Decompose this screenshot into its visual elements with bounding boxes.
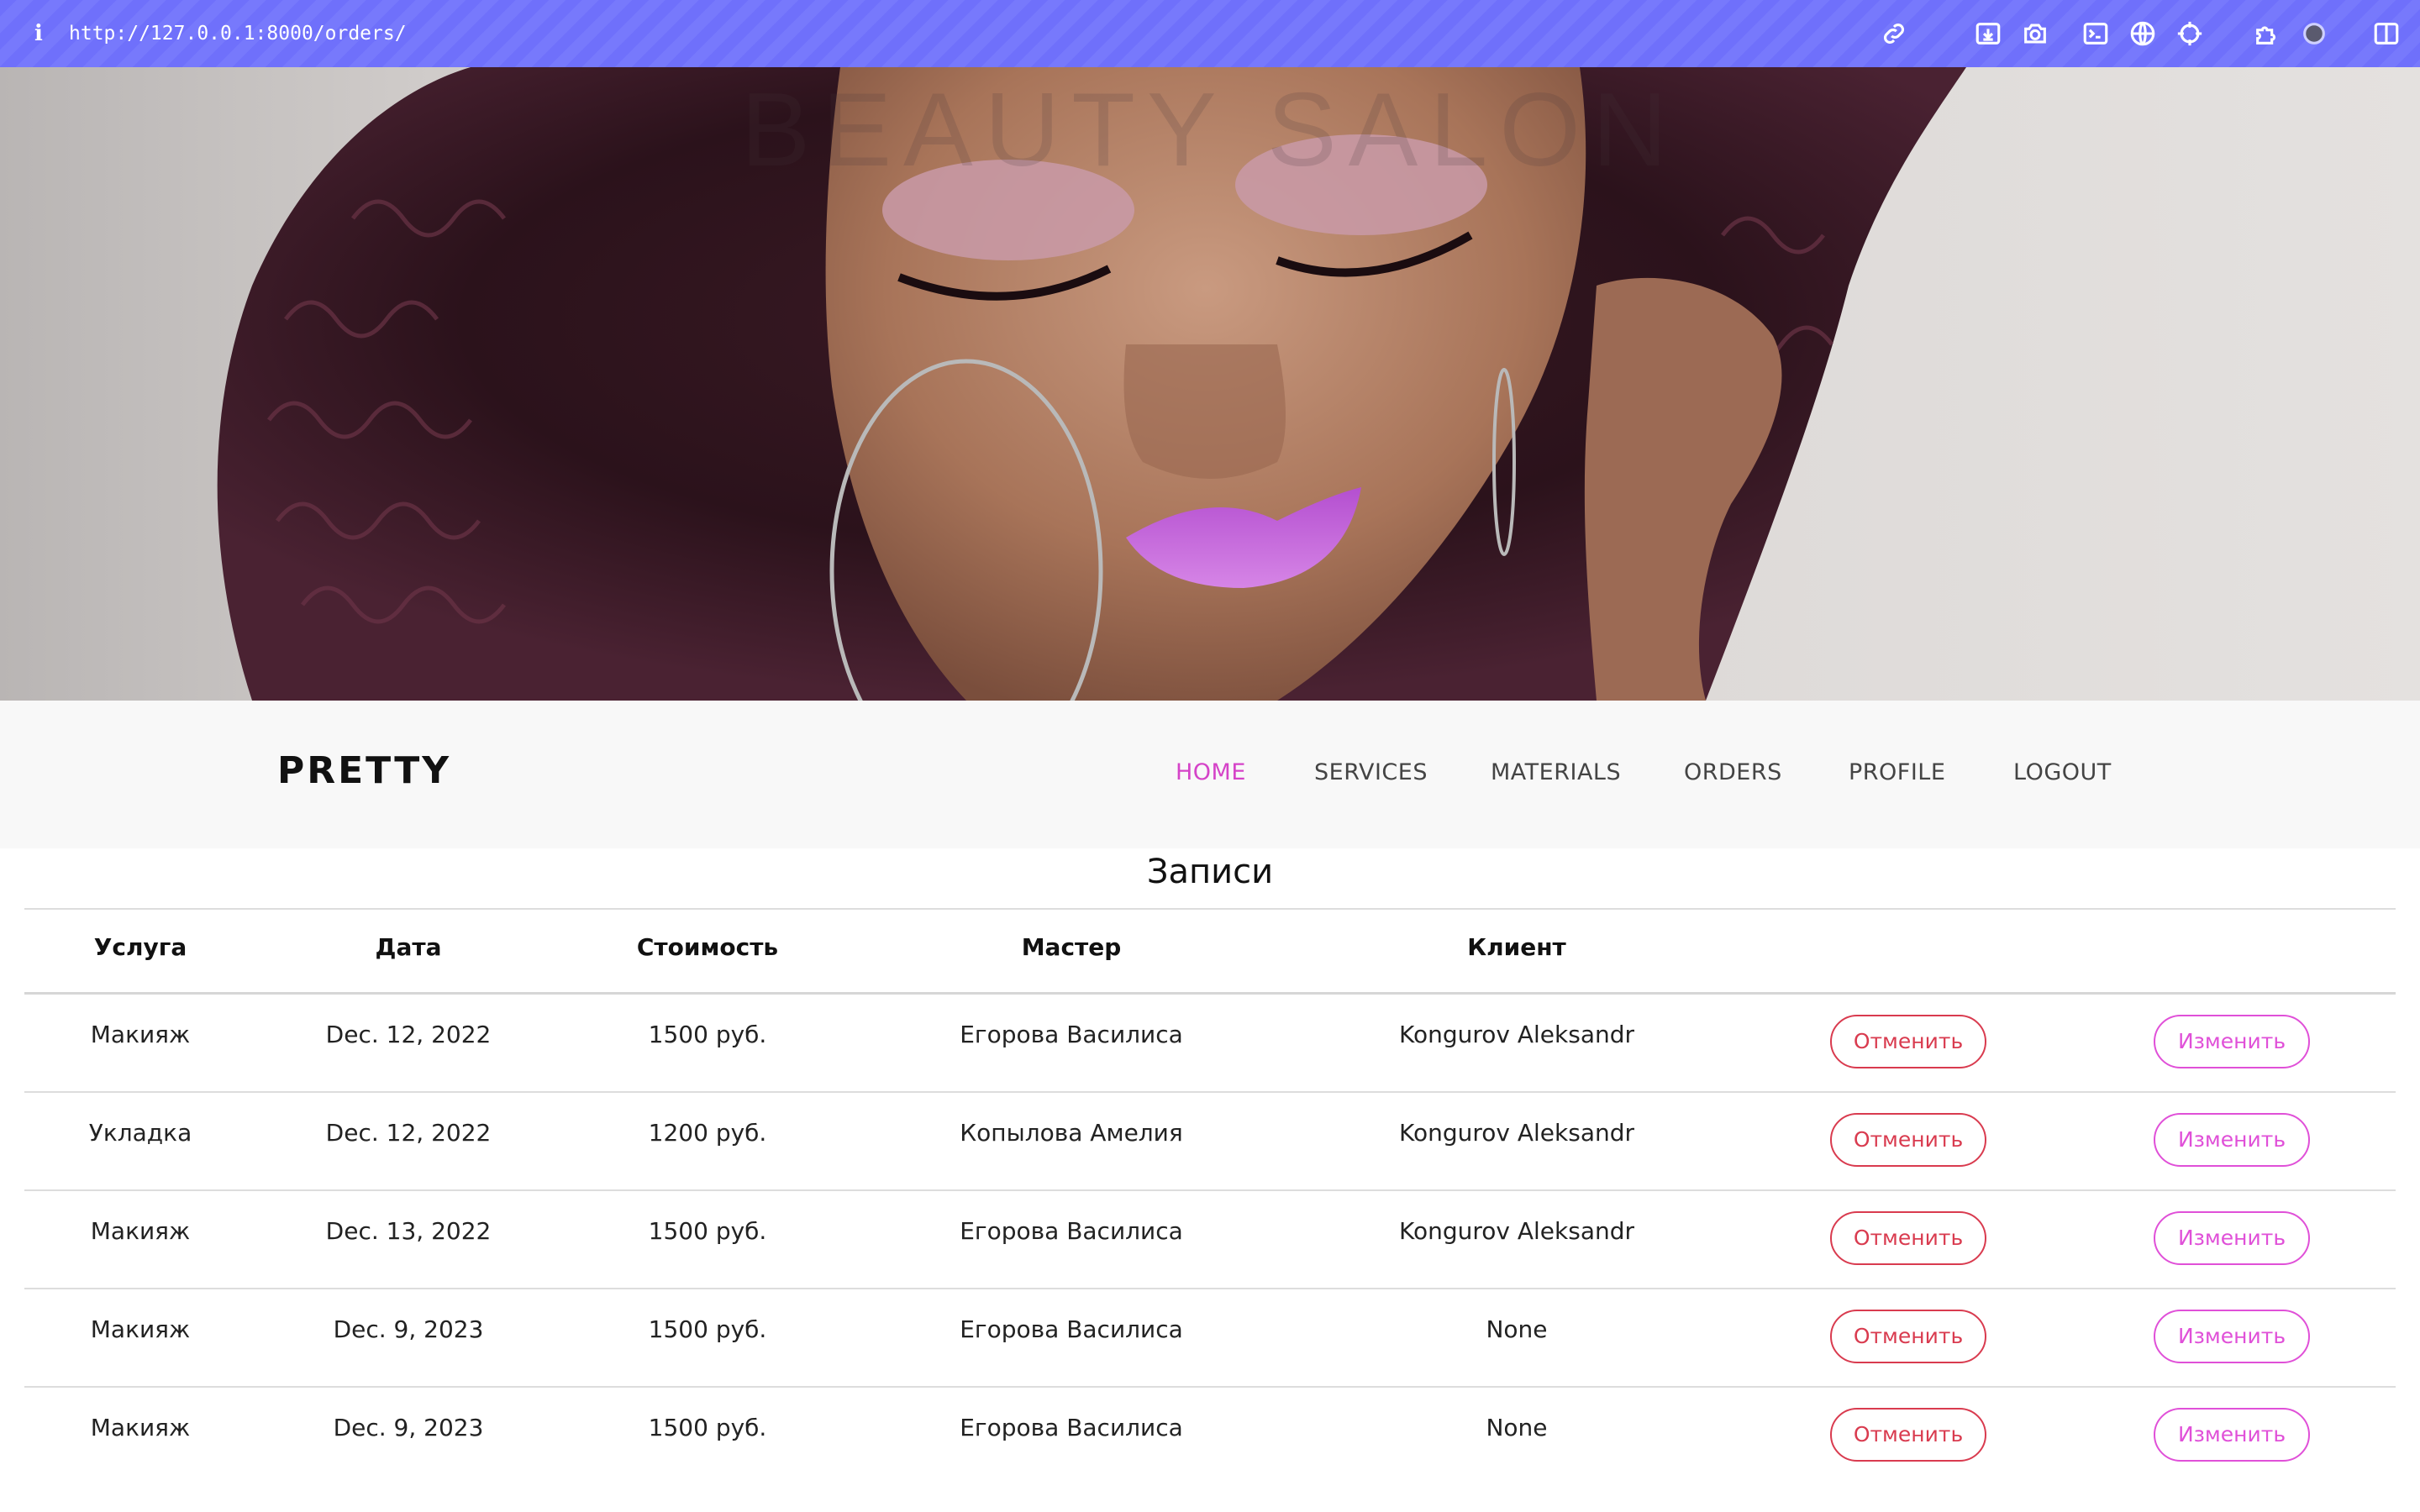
site-navbar: PRETTY HOME SERVICES MATERIALS ORDERS PR… — [0, 701, 2420, 848]
camera-icon[interactable] — [2020, 18, 2050, 49]
row-price: 1500 руб. — [648, 1414, 767, 1441]
nav-orders[interactable]: ORDERS — [1684, 759, 1782, 785]
row-price: 1500 руб. — [648, 1021, 767, 1048]
edit-order-button[interactable]: Изменить — [2154, 1113, 2310, 1167]
moon-icon[interactable] — [2299, 18, 2329, 49]
brand-logo[interactable]: PRETTY — [277, 749, 451, 792]
row-master: Егорова Василиса — [960, 1315, 1183, 1343]
row-master: Егорова Василиса — [960, 1217, 1183, 1245]
sidebar-icon[interactable] — [2371, 18, 2402, 49]
info-icon[interactable]: i — [22, 21, 55, 46]
row-divider — [24, 1386, 2396, 1388]
row-date: Dec. 12, 2022 — [325, 1119, 492, 1147]
row-client: Kongurov Aleksandr — [1398, 1217, 1635, 1245]
row-client: None — [1486, 1315, 1548, 1343]
edit-order-button[interactable]: Изменить — [2154, 1310, 2310, 1363]
row-divider — [24, 1189, 2396, 1191]
link-icon[interactable] — [1879, 18, 1909, 49]
cancel-order-button[interactable]: Отменить — [1830, 1113, 1986, 1167]
column-header-master: Мастер — [1021, 933, 1122, 961]
nav-logout[interactable]: LOGOUT — [2013, 759, 2112, 785]
nav-materials[interactable]: MATERIALS — [1491, 759, 1621, 785]
cancel-order-button[interactable]: Отменить — [1830, 1310, 1986, 1363]
nav-home[interactable]: HOME — [1176, 759, 1246, 785]
row-date: Dec. 13, 2022 — [325, 1217, 492, 1245]
row-price: 1200 руб. — [648, 1119, 767, 1147]
nav-profile[interactable]: PROFILE — [1849, 759, 1945, 785]
row-date: Dec. 9, 2023 — [333, 1414, 484, 1441]
column-header-client: Клиент — [1467, 933, 1566, 961]
row-date: Dec. 9, 2023 — [333, 1315, 484, 1343]
cancel-order-button[interactable]: Отменить — [1830, 1408, 1986, 1462]
row-service: Макияж — [90, 1414, 191, 1441]
table-header-divider — [24, 992, 2396, 995]
cancel-order-button[interactable]: Отменить — [1830, 1211, 1986, 1265]
row-client: Kongurov Aleksandr — [1398, 1119, 1635, 1147]
row-service: Макияж — [90, 1021, 191, 1048]
edit-order-button[interactable]: Изменить — [2154, 1211, 2310, 1265]
browser-toolbar: i http://127.0.0.1:8000/orders/ — [0, 0, 2420, 67]
column-header-service: Услуга — [93, 933, 187, 961]
row-client: Kongurov Aleksandr — [1398, 1021, 1635, 1048]
row-service: Укладка — [88, 1119, 192, 1147]
row-divider — [24, 1288, 2396, 1289]
row-price: 1500 руб. — [648, 1315, 767, 1343]
row-service: Макияж — [90, 1315, 191, 1343]
row-date: Dec. 12, 2022 — [325, 1021, 492, 1048]
edit-order-button[interactable]: Изменить — [2154, 1015, 2310, 1068]
hero-title: BEAUTY SALON — [740, 72, 1680, 188]
cancel-order-button[interactable]: Отменить — [1830, 1015, 1986, 1068]
table-top-divider — [24, 908, 2396, 910]
crosshair-icon[interactable] — [2175, 18, 2205, 49]
terminal-icon[interactable] — [2081, 18, 2111, 49]
row-divider — [24, 1091, 2396, 1093]
download-icon[interactable] — [1973, 18, 2003, 49]
row-service: Макияж — [90, 1217, 191, 1245]
row-client: None — [1486, 1414, 1548, 1441]
column-header-date: Дата — [375, 933, 442, 961]
globe-icon[interactable] — [2128, 18, 2158, 49]
nav-services[interactable]: SERVICES — [1314, 759, 1428, 785]
hero-banner: BEAUTY SALON — [0, 67, 2420, 701]
page-title: Записи — [1146, 853, 1274, 891]
edit-order-button[interactable]: Изменить — [2154, 1408, 2310, 1462]
row-master: Егорова Василиса — [960, 1414, 1183, 1441]
row-master: Егорова Василиса — [960, 1021, 1183, 1048]
address-bar-url[interactable]: http://127.0.0.1:8000/orders/ — [69, 23, 407, 45]
column-header-price: Стоимость — [636, 933, 779, 961]
puzzle-icon[interactable] — [2252, 18, 2282, 49]
row-price: 1500 руб. — [648, 1217, 767, 1245]
row-master: Копылова Амелия — [960, 1119, 1183, 1147]
